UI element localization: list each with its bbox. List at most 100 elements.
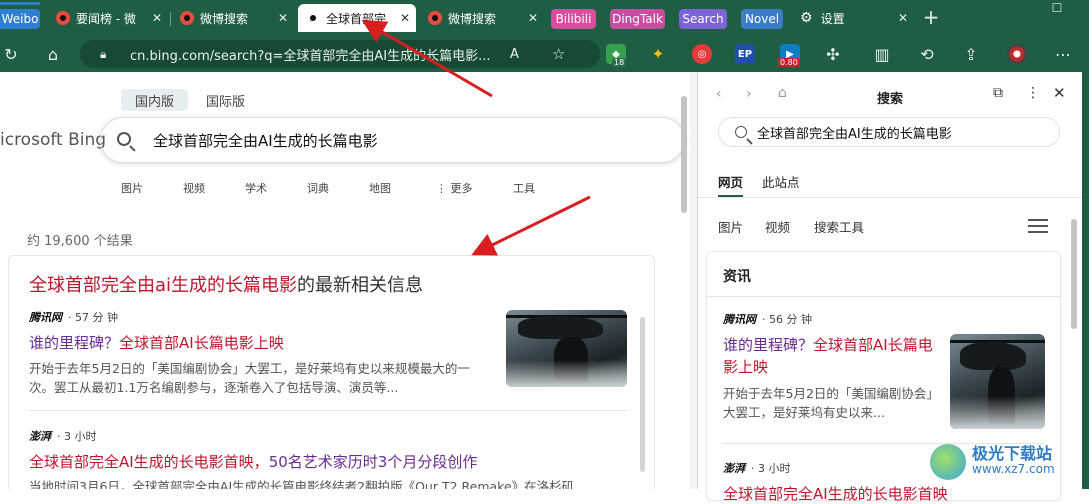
search-query[interactable]: 全球首部完全由AI生成的长篇电影: [153, 130, 378, 151]
tab-group-dingtalk[interactable]: DingTalk: [610, 9, 665, 29]
tab-group-search[interactable]: Search: [679, 9, 727, 29]
news-time: · 3 小时: [751, 462, 791, 475]
ep-extension-icon[interactable]: EP: [735, 44, 755, 64]
divider: [29, 410, 627, 411]
side-search-input[interactable]: 全球首部完全由AI生成的长篇电影: [718, 117, 1060, 147]
vertical-tools[interactable]: 工具: [513, 180, 535, 196]
vertical-academic[interactable]: 学术: [245, 180, 267, 196]
gear-icon: ⚙: [800, 10, 813, 26]
watermark-logo-icon: [930, 444, 966, 480]
tab-weibo-search-2[interactable]: 微博搜索 ✕: [420, 6, 544, 30]
share-icon[interactable]: ⇪: [960, 43, 982, 65]
close-icon[interactable]: ✕: [278, 11, 288, 25]
vertical-maps[interactable]: 地图: [369, 180, 391, 196]
side-scrollbar[interactable]: [1071, 219, 1077, 329]
news-title[interactable]: 全球首部完全AI生成的长电影首映: [723, 483, 948, 504]
scope-tab-international[interactable]: 国际版: [192, 89, 259, 111]
maximize-icon[interactable]: ☐: [1046, 0, 1068, 19]
target-extension-icon[interactable]: ◎: [692, 44, 712, 64]
vertical-images[interactable]: 图片: [121, 180, 143, 196]
search-icon[interactable]: [117, 132, 131, 146]
history-icon[interactable]: ⟲: [916, 43, 938, 65]
news-title-part[interactable]: 谁的里程碑？: [723, 336, 813, 354]
favorite-star-icon[interactable]: ☆: [552, 45, 565, 63]
vertical-videos[interactable]: 视频: [183, 180, 205, 196]
vertical-dictionary[interactable]: 词典: [307, 180, 329, 196]
news-source: 腾讯网 · 57 分 钟: [29, 309, 118, 325]
news-time: · 3 小时: [57, 430, 97, 443]
side-vertical-tools[interactable]: 搜索工具: [814, 217, 864, 236]
home-icon[interactable]: ⌂: [42, 43, 64, 65]
news-title[interactable]: 谁的里程碑？全球首部AI长篇电影上映: [723, 334, 943, 378]
news-thumbnail[interactable]: [950, 334, 1045, 429]
page-scrollbar[interactable]: [681, 96, 687, 213]
close-icon[interactable]: ✕: [152, 11, 162, 25]
tab-weibo-search-1[interactable]: 微博搜索 ✕: [172, 6, 294, 30]
bird-extension-icon[interactable]: ✦: [648, 44, 668, 64]
hamburger-menu-icon[interactable]: [1028, 219, 1048, 233]
more-menu-icon[interactable]: ⋯: [1052, 43, 1074, 65]
card-title-highlight[interactable]: 全球首部完全由ai生成的长篇电影: [29, 275, 297, 296]
watermark: 极光下载站 www.xz7.com: [930, 440, 1080, 486]
read-aloud-icon[interactable]: A: [510, 47, 519, 62]
news-title[interactable]: 谁的里程碑？全球首部AI长篇电影上映: [29, 332, 284, 353]
search-icon[interactable]: [735, 126, 747, 138]
split-screen-icon[interactable]: ▥: [871, 43, 893, 65]
news-source: 澎湃 · 3 小时: [723, 460, 791, 476]
tab-group-accent: [0, 2, 40, 5]
tab-yaowenbang[interactable]: 要闻榜 - 微 ✕: [48, 6, 168, 30]
tab-settings[interactable]: ⚙ 设置 ✕: [792, 6, 914, 30]
close-icon[interactable]: ✕: [1053, 84, 1066, 102]
divider: [707, 296, 1060, 297]
side-tab-web[interactable]: 网页: [718, 172, 744, 198]
lock-icon: 🔒︎: [100, 46, 107, 61]
search-input[interactable]: 全球首部完全由AI生成的长篇电影: [100, 117, 685, 163]
open-in-new-icon[interactable]: ⧉: [993, 85, 1003, 101]
news-title-part[interactable]: 50名艺术家历时3个月分段创作: [269, 453, 478, 471]
tab-label: 微博搜索: [200, 11, 249, 26]
new-tab-icon[interactable]: +: [920, 5, 942, 29]
result-count: 约 19,600 个结果: [27, 234, 133, 249]
news-time: · 57 分 钟: [68, 311, 118, 324]
more-vertical-icon[interactable]: ⋮: [1026, 85, 1040, 101]
vertical-more[interactable]: ⋮ 更多: [436, 180, 473, 196]
bing-results-page: 国内版 国际版 icrosoft Bing 全球首部完全由AI生成的长篇电影 图…: [0, 72, 690, 489]
tab-group-weibo[interactable]: Weibo: [0, 9, 40, 29]
close-icon[interactable]: ✕: [528, 11, 538, 25]
tab-group-bilibili[interactable]: Bilibili: [551, 9, 596, 29]
side-vertical-videos[interactable]: 视频: [765, 217, 790, 236]
search-icon: ⌕: [306, 11, 320, 26]
card-title[interactable]: 全球首部完全由ai生成的长篇电影的最新相关信息: [29, 271, 423, 297]
url-text[interactable]: cn.bing.com/search?q=全球首部完全由AI生成的长篇电影...: [130, 45, 530, 64]
tab-label: 要闻榜 - 微: [76, 11, 136, 26]
close-icon[interactable]: ✕: [898, 11, 908, 25]
news-time: · 56 分 钟: [762, 313, 812, 326]
window-edge: [1082, 72, 1089, 489]
news-title[interactable]: 全球首部完全AI生成的长电影首映，50名艺术家历时3个月分段创作: [29, 451, 477, 472]
watermark-url: www.xz7.com: [972, 462, 1055, 476]
avatar[interactable]: [1006, 43, 1028, 65]
card-scrollbar[interactable]: [640, 317, 645, 472]
watermark-title: 极光下载站: [972, 444, 1053, 463]
puzzle-icon[interactable]: ✣: [822, 43, 844, 65]
news-source: 腾讯网 · 56 分 钟: [723, 311, 812, 327]
scope-tab-domestic[interactable]: 国内版: [121, 89, 189, 111]
news-title-part[interactable]: 全球首部AI长篇电影上映: [119, 334, 284, 352]
tab-active-search[interactable]: ⌕ 全球首部完 ✕: [298, 4, 416, 32]
tab-label: 微博搜索: [448, 11, 497, 26]
refresh-icon[interactable]: ↻: [0, 43, 22, 65]
bing-logo[interactable]: icrosoft Bing: [0, 130, 106, 150]
close-icon[interactable]: ✕: [400, 11, 410, 25]
news-title-part[interactable]: 谁的里程碑？: [29, 334, 119, 352]
news-title-part[interactable]: 全球首部完全AI生成的长电影首映，: [29, 453, 269, 471]
card-title-rest[interactable]: 的最新相关信息: [297, 275, 423, 296]
side-search-query[interactable]: 全球首部完全由AI生成的长篇电影: [757, 123, 952, 142]
address-bar[interactable]: 🔒︎ cn.bing.com/search?q=全球首部完全由AI生成的长篇电影…: [80, 40, 600, 68]
panel-gap: [690, 72, 697, 489]
side-tab-this-site[interactable]: 此站点: [762, 172, 800, 191]
news-thumbnail[interactable]: [506, 310, 627, 387]
tab-group-novel[interactable]: Novel: [741, 9, 783, 29]
side-vertical-images[interactable]: 图片: [718, 217, 743, 236]
news-snippet: 当地时间3月6日，全球首部完全由AI生成的长篇电影终结者2翻拍版《Our T2 …: [29, 479, 575, 489]
side-search-panel: ‹ › ⌂ 搜索 ⧉ ⋮ ✕ 全球首部完全由AI生成的长篇电影 网页 此站点 图…: [697, 72, 1083, 503]
